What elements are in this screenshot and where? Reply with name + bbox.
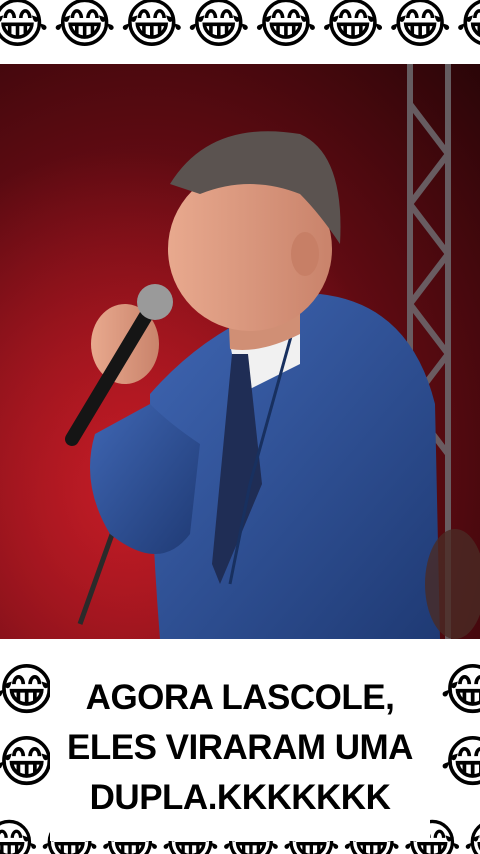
- caption-line-1: AGORA LASCOLE,: [85, 678, 395, 717]
- photo-singer-with-microphone: [0, 64, 480, 639]
- photo-illustration: [0, 64, 480, 639]
- caption-line-2: ELES VIRARAM UMA: [67, 728, 413, 767]
- meme-caption: AGORA LASCOLE, ELES VIRARAM UMA DUPLA.KK…: [50, 655, 430, 841]
- laughing-emoji: 😂: [440, 730, 480, 795]
- caption-area: 😂 😂 😂 😂 😂😂😂😂😂😂😂😂😂 AGORA LASCOLE, ELES VI…: [0, 639, 480, 854]
- top-emoji-strip: 😂😂😂😂😂😂😂😂: [0, 0, 480, 60]
- laughing-emoji-row: 😂😂😂😂😂😂😂😂: [0, 0, 480, 55]
- laughing-emoji: 😂: [440, 658, 480, 723]
- caption-line-3: DUPLA.KKKKKKK: [89, 778, 391, 817]
